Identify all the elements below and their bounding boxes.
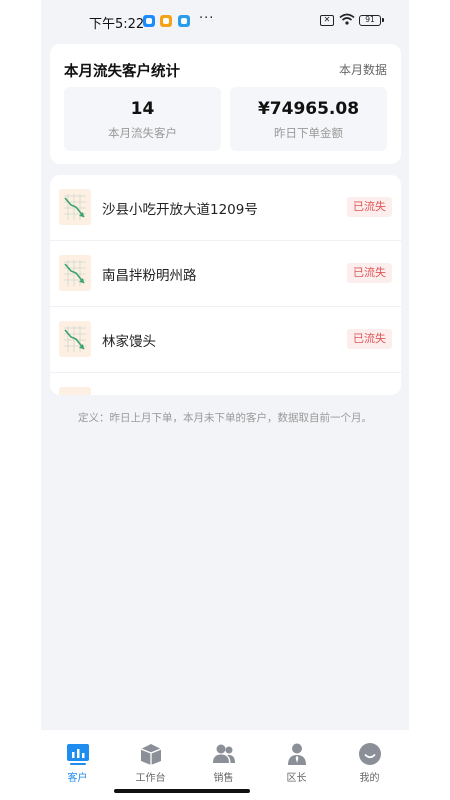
tab-sales[interactable]: 销售: [187, 730, 260, 786]
period-selector[interactable]: 本月数据: [339, 61, 387, 78]
status-bar: 下午5:22 ··· ✕ 91: [41, 0, 409, 42]
more-notifications-icon: ···: [199, 11, 215, 26]
list-item-partial[interactable]: [50, 373, 401, 395]
customer-name: 南昌拌粉明州路: [102, 268, 197, 284]
tab-workbench[interactable]: 工作台: [114, 730, 187, 786]
battery-icon: 91: [359, 15, 384, 26]
list-item[interactable]: 沙县小吃开放大道1209号 已流失: [50, 175, 401, 241]
lost-count-box: 14 本月流失客户: [64, 87, 221, 151]
notification-app-icon: [143, 15, 155, 27]
tab-customer[interactable]: 客户: [41, 730, 114, 786]
definition-note: 定义：昨日上月下单，本月未下单的客户，数据取自前一个月。: [78, 412, 372, 424]
profile-face-icon: [359, 743, 381, 765]
weibo-icon: [160, 15, 172, 27]
lost-customer-stats-card: 本月流失客户统计 本月数据 14 本月流失客户 ¥74965.08 昨日下单金额: [50, 44, 401, 164]
tab-label: 工作台: [135, 773, 166, 784]
store-thumbnail-icon: [59, 255, 91, 291]
lost-customer-list: 沙县小吃开放大道1209号 已流失 南昌拌粉明州路 已流失 林家馒头 已流失: [50, 175, 401, 395]
order-amount-box: ¥74965.08 昨日下单金额: [230, 87, 387, 151]
status-badge: 已流失: [347, 263, 392, 283]
tab-profile[interactable]: 我的: [333, 730, 406, 786]
lost-count-label: 本月流失客户: [108, 126, 177, 140]
lost-count-value: 14: [130, 99, 155, 119]
stats-title: 本月流失客户统计: [64, 64, 180, 80]
customer-name: 沙县小吃开放大道1209号: [102, 202, 258, 218]
status-time: 下午5:22: [89, 17, 145, 32]
customer-name: 林家馒头: [102, 334, 156, 350]
order-amount-label: 昨日下单金额: [274, 126, 343, 140]
status-badge: 已流失: [347, 197, 392, 217]
customer-chart-icon: [67, 744, 89, 765]
store-thumbnail-icon: [59, 321, 91, 357]
tab-label: 客户: [67, 773, 88, 784]
sales-people-icon: [213, 744, 235, 763]
tab-label: 区长: [286, 773, 307, 784]
store-thumbnail-icon: [59, 387, 91, 395]
app-screen: 下午5:22 ··· ✕ 91 本月流失客户统计 本月数据 14 本月流失客户 …: [41, 0, 409, 800]
wifi-icon: [339, 13, 355, 25]
message-app-icon: [178, 15, 190, 27]
store-thumbnail-icon: [59, 189, 91, 225]
order-amount-value: ¥74965.08: [257, 99, 360, 119]
no-sim-icon: ✕: [320, 15, 334, 26]
workbench-box-icon: [140, 744, 162, 765]
tab-district-manager[interactable]: 区长: [260, 730, 333, 786]
status-badge: 已流失: [347, 329, 392, 349]
tab-label: 销售: [213, 773, 234, 784]
tab-label: 我的: [359, 773, 380, 784]
home-indicator[interactable]: [114, 789, 250, 793]
list-item[interactable]: 林家馒头 已流失: [50, 307, 401, 373]
list-item[interactable]: 南昌拌粉明州路 已流失: [50, 241, 401, 307]
manager-person-icon: [288, 743, 306, 765]
